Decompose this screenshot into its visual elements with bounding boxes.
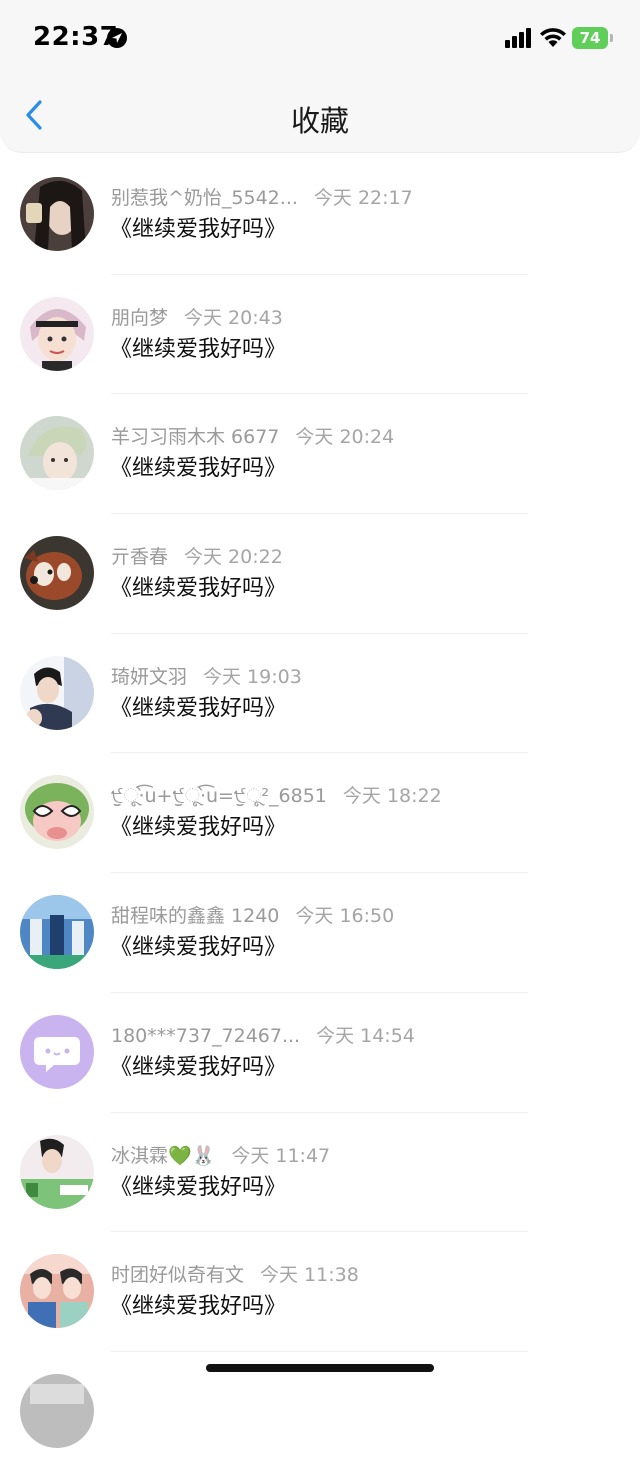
status-bar: 22:37 74 [0, 0, 640, 78]
user-name[interactable]: 时团好似奇有文 [111, 1264, 244, 1286]
item-meta: ੯ੁૂ‧̀͡u+੯ੁૂ‧̀͡u=੯ੁૂ²_6851 今天 18:22 [111, 781, 442, 808]
item-meta: 琦妍文羽 今天 19:03 [111, 662, 302, 689]
list-item[interactable]: 180***737_72467... 今天 14:54 《继续爱我好吗》 [0, 993, 640, 1113]
item-content[interactable]: 《继续爱我好吗》 [110, 211, 286, 243]
avatar[interactable] [20, 296, 94, 371]
battery-tip-icon [610, 34, 613, 42]
timestamp: 今天 20:22 [184, 546, 283, 569]
avatar[interactable] [20, 416, 94, 491]
item-meta: 羊习习雨木木 6677 今天 20:24 [111, 422, 394, 449]
wifi-icon [539, 26, 567, 48]
list-item[interactable]: 亓香春 今天 20:22 《继续爱我好吗》 [0, 514, 640, 634]
list-item[interactable]: 冰淇霖💚🐰 今天 11:47 《继续爱我好吗》 [0, 1113, 640, 1233]
item-content[interactable]: 《继续爱我好吗》 [110, 450, 286, 482]
list-item[interactable]: ੯ੁૂ‧̀͡u+੯ੁૂ‧̀͡u=੯ੁૂ²_6851 今天 18:22 《继续爱我好… [0, 753, 640, 874]
timestamp: 今天 14:54 [316, 1024, 415, 1047]
nav-bar: 收藏 [0, 78, 640, 153]
list-item[interactable]: 琦妍文羽 今天 19:03 《继续爱我好吗》 [0, 634, 640, 754]
item-content[interactable]: 《继续爱我好吗》 [110, 1049, 286, 1081]
item-content[interactable]: 《继续爱我好吗》 [110, 690, 286, 722]
item-meta: 朋向梦 今天 20:43 [111, 303, 283, 330]
avatar[interactable] [20, 775, 94, 850]
location-arrow-icon [106, 27, 128, 49]
avatar[interactable] [20, 895, 94, 970]
avatar[interactable] [20, 1014, 94, 1089]
timestamp: 今天 11:38 [260, 1264, 359, 1287]
timestamp: 今天 11:47 [231, 1144, 331, 1167]
list-item[interactable]: 朋向梦 今天 20:43 《继续爱我好吗》 [0, 275, 640, 395]
list-item[interactable]: 时团好似奇有文 今天 11:38 《继续爱我好吗》 [0, 1232, 640, 1352]
battery-indicator: 74 [572, 27, 608, 49]
item-content[interactable]: 《继续爱我好吗》 [110, 570, 286, 602]
avatar[interactable] [20, 536, 94, 611]
avatar[interactable] [20, 1254, 94, 1329]
item-content[interactable]: 《继续爱我好吗》 [110, 809, 286, 841]
favorites-list: 别惹我^奶怡_5542... 今天 22:17 《继续爱我好吗》 朋向梦 今天 20… [0, 155, 640, 1472]
timestamp: 今天 20:24 [295, 426, 395, 449]
avatar[interactable] [20, 655, 94, 730]
item-meta: 甜程味的鑫鑫 1240 今天 16:50 [111, 901, 394, 928]
user-name[interactable]: 羊习习雨木木 6677 [111, 426, 279, 448]
list-item[interactable]: 甜程味的鑫鑫 1240 今天 16:50 《继续爱我好吗》 [0, 873, 640, 993]
timestamp: 今天 18:22 [342, 785, 442, 808]
user-name[interactable]: 甜程味的鑫鑫 1240 [111, 905, 279, 927]
user-name[interactable]: 180***737_72467... [111, 1025, 300, 1047]
cellular-signal-icon [505, 28, 531, 48]
list-item[interactable]: 羊习习雨木木 6677 今天 20:24 《继续爱我好吗》 [0, 394, 640, 515]
user-name[interactable]: ੯ੁૂ‧̀͡u+੯ੁૂ‧̀͡u=੯ੁૂ²_6851 [111, 785, 327, 807]
avatar[interactable] [20, 177, 94, 251]
item-content[interactable]: 《继续爱我好吗》 [110, 331, 286, 363]
home-indicator[interactable] [206, 1364, 434, 1372]
item-meta [111, 1380, 127, 1402]
user-name[interactable]: 别惹我^奶怡_5542... [111, 187, 298, 209]
page-title: 收藏 [290, 104, 349, 138]
item-meta: 180***737_72467... 今天 14:54 [111, 1021, 415, 1048]
item-content[interactable]: 《继续爱我好吗》 [110, 1169, 286, 1201]
timestamp: 今天 19:03 [203, 665, 302, 688]
avatar[interactable] [20, 1134, 94, 1209]
item-meta: 亓香春 今天 20:22 [111, 542, 283, 569]
list-item[interactable]: 别惹我^奶怡_5542... 今天 22:17 《继续爱我好吗》 [0, 155, 640, 275]
item-meta: 冰淇霖💚🐰 今天 11:47 [111, 1141, 330, 1168]
user-name[interactable]: 朋向梦 [111, 307, 168, 329]
user-name[interactable]: 琦妍文羽 [111, 666, 187, 688]
user-name[interactable]: 冰淇霖💚🐰 [111, 1145, 215, 1167]
item-meta: 别惹我^奶怡_5542... 今天 22:17 [111, 183, 413, 210]
timestamp: 今天 16:50 [295, 905, 395, 928]
timestamp: 今天 22:17 [313, 187, 413, 209]
user-name[interactable]: 亓香春 [111, 546, 168, 568]
timestamp: 今天 20:43 [184, 306, 283, 329]
item-content[interactable]: 《继续爱我好吗》 [110, 929, 286, 961]
item-content[interactable]: 《继续爱我好吗》 [110, 1288, 286, 1320]
item-meta: 时团好似奇有文 今天 11:38 [111, 1260, 359, 1287]
